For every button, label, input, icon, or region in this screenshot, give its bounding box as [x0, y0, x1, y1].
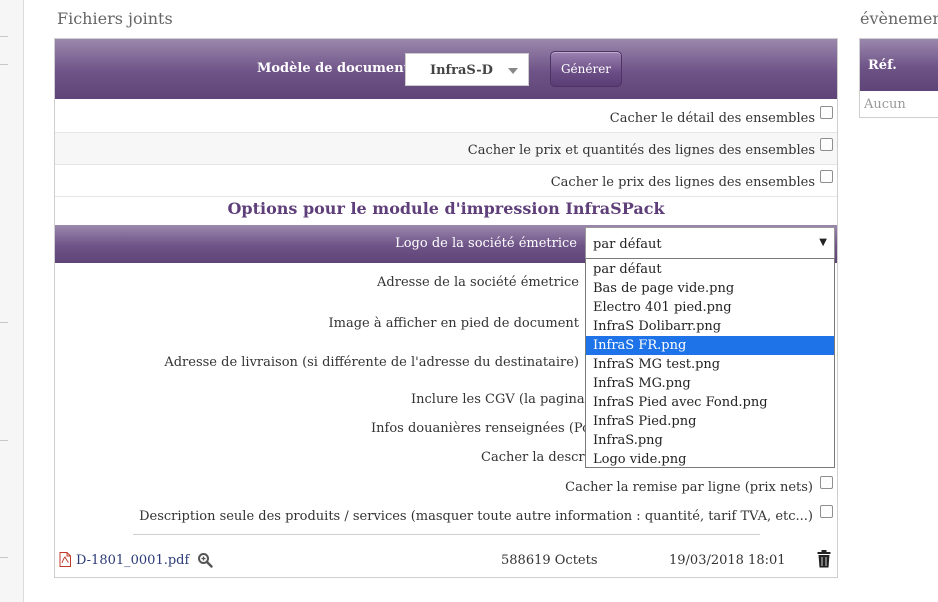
hide-detail-sets-checkbox[interactable] [820, 106, 833, 119]
issuer-address-label: Adresse de la société émetrice [377, 275, 579, 290]
description-only-checkbox[interactable] [820, 505, 833, 518]
model-select-value: InfraS-D [430, 63, 493, 78]
events-empty-text: Aucun [864, 97, 906, 112]
option-row-hide-detail: Cacher le détail des ensembles [55, 101, 837, 133]
divider [133, 534, 760, 535]
sidebar-tick [0, 322, 8, 323]
file-row: D-1801_0001.pdf 588619 Octets 19/03/2018… [55, 542, 837, 578]
logo-option[interactable]: InfraS.png [586, 431, 834, 450]
footer-image-label: Image à afficher en pied de document [328, 316, 579, 331]
dropdown-arrow-icon: ▼ [819, 237, 827, 248]
hide-price-lines-sets-checkbox[interactable] [820, 170, 833, 183]
logo-select-value: par défaut [593, 237, 662, 252]
logo-dropdown-list[interactable]: par défaut Bas de page vide.png Electro … [585, 258, 835, 468]
logo-option[interactable]: InfraS Dolibarr.png [586, 317, 834, 336]
logo-option-highlighted[interactable]: InfraS FR.png [586, 336, 834, 355]
model-label: Modèle de document [257, 61, 410, 76]
generate-toolbar: Modèle de document InfraS-D Générer [55, 39, 837, 99]
logo-select[interactable]: par défaut ▼ [585, 227, 835, 261]
customs-info-label: Infos douanières renseignées (Poi [371, 421, 595, 436]
option-row-hide-price-lines: Cacher le prix des lignes des ensembles [55, 165, 837, 197]
logo-option[interactable]: Electro 401 pied.png [586, 298, 834, 317]
sidebar-tick [0, 64, 8, 65]
hide-price-qty-sets-checkbox[interactable] [820, 138, 833, 151]
hide-detail-sets-label: Cacher le détail des ensembles [609, 111, 815, 126]
hide-description-label: Cacher la descri [481, 450, 589, 465]
logo-label: Logo de la société émetrice [395, 236, 577, 251]
file-download-link[interactable]: D-1801_0001.pdf [76, 553, 189, 568]
logo-option[interactable]: Logo vide.png [586, 450, 834, 469]
events-title: évènement [860, 9, 938, 28]
hide-price-lines-sets-label: Cacher le prix des lignes des ensembles [550, 175, 815, 190]
logo-option[interactable]: par défaut [586, 260, 834, 279]
sidebar-tick [0, 440, 8, 441]
hide-price-qty-sets-label: Cacher le prix et quantités des lignes d… [467, 143, 815, 158]
include-cgv-label: Inclure les CGV (la paginati [411, 392, 595, 407]
events-table-header: Réf. [860, 39, 938, 91]
generate-button[interactable]: Générer [550, 51, 622, 87]
events-panel: Réf. Aucun [859, 38, 938, 118]
model-select[interactable]: InfraS-D [405, 53, 529, 86]
sidebar-tick [0, 557, 8, 558]
file-size: 588619 Octets [501, 553, 598, 568]
attached-files-title: Fichiers joints [57, 9, 173, 28]
delivery-address-label: Adresse de livraison (si différente de l… [164, 355, 579, 370]
sidebar-tick [0, 36, 8, 37]
option-row-hide-price-qty: Cacher le prix et quantités des lignes d… [55, 133, 837, 165]
chevron-down-icon [508, 68, 518, 74]
logo-option[interactable]: InfraS MG test.png [586, 355, 834, 374]
left-sidebar-strip [0, 0, 24, 602]
pdf-file-icon [59, 552, 71, 567]
logo-option[interactable]: InfraS Pied avec Fond.png [586, 393, 834, 412]
file-date: 19/03/2018 18:01 [669, 553, 786, 568]
trash-icon[interactable] [817, 550, 831, 568]
infraspack-options-title: Options pour le module d'impression Infr… [227, 199, 665, 218]
logo-option[interactable]: InfraS MG.png [586, 374, 834, 393]
description-only-label: Description seule des produits / service… [139, 509, 813, 524]
hide-discount-checkbox[interactable] [820, 476, 833, 489]
logo-option[interactable]: InfraS Pied.png [586, 412, 834, 431]
ref-column-header: Réf. [868, 58, 897, 73]
logo-option[interactable]: Bas de page vide.png [586, 279, 834, 298]
hide-discount-label: Cacher la remise par ligne (prix nets) [565, 480, 813, 495]
zoom-preview-icon[interactable] [197, 552, 213, 568]
